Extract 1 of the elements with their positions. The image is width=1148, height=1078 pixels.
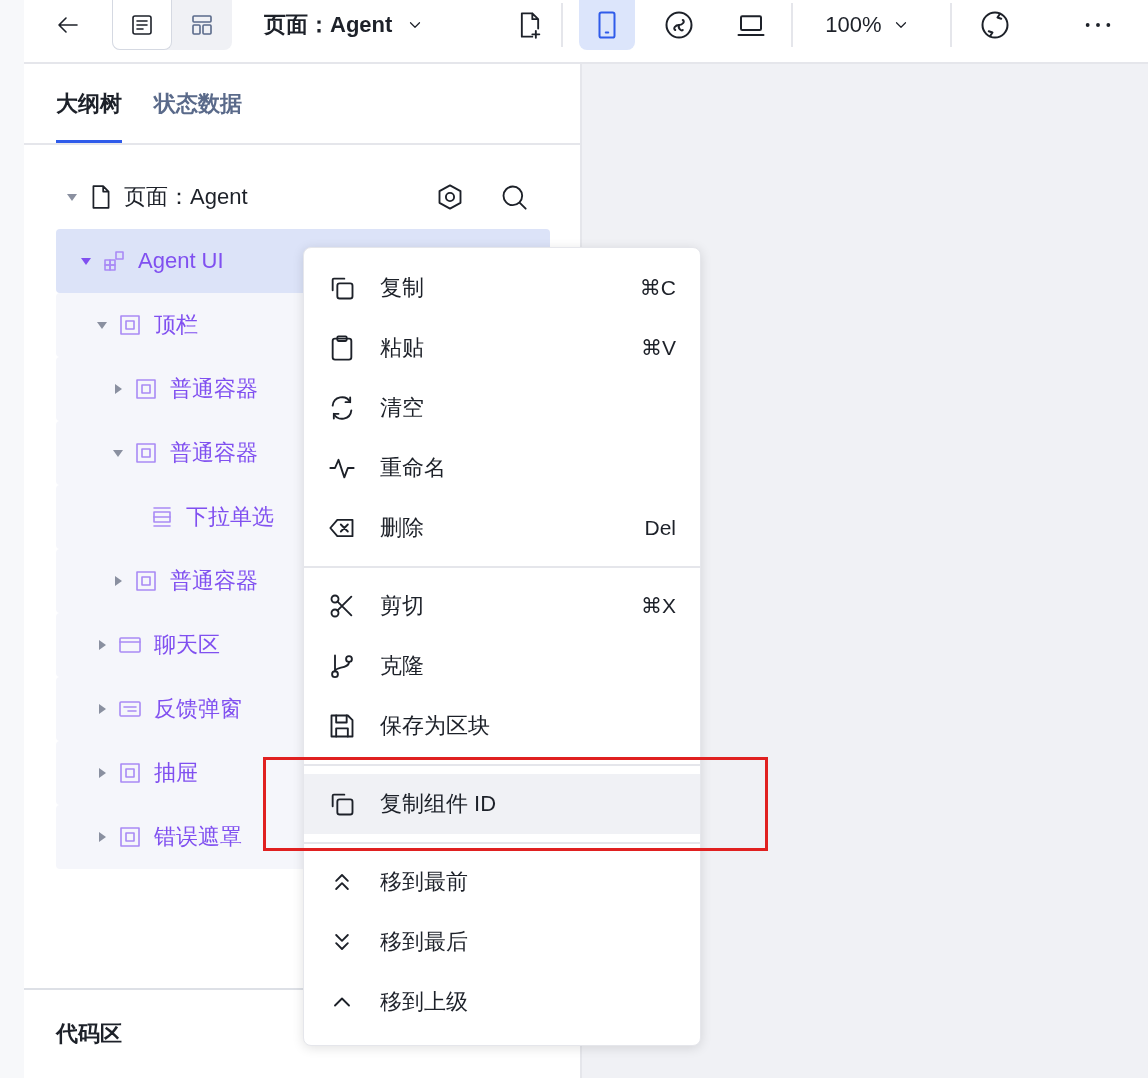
code-panel-title: 代码区 (56, 1020, 122, 1048)
